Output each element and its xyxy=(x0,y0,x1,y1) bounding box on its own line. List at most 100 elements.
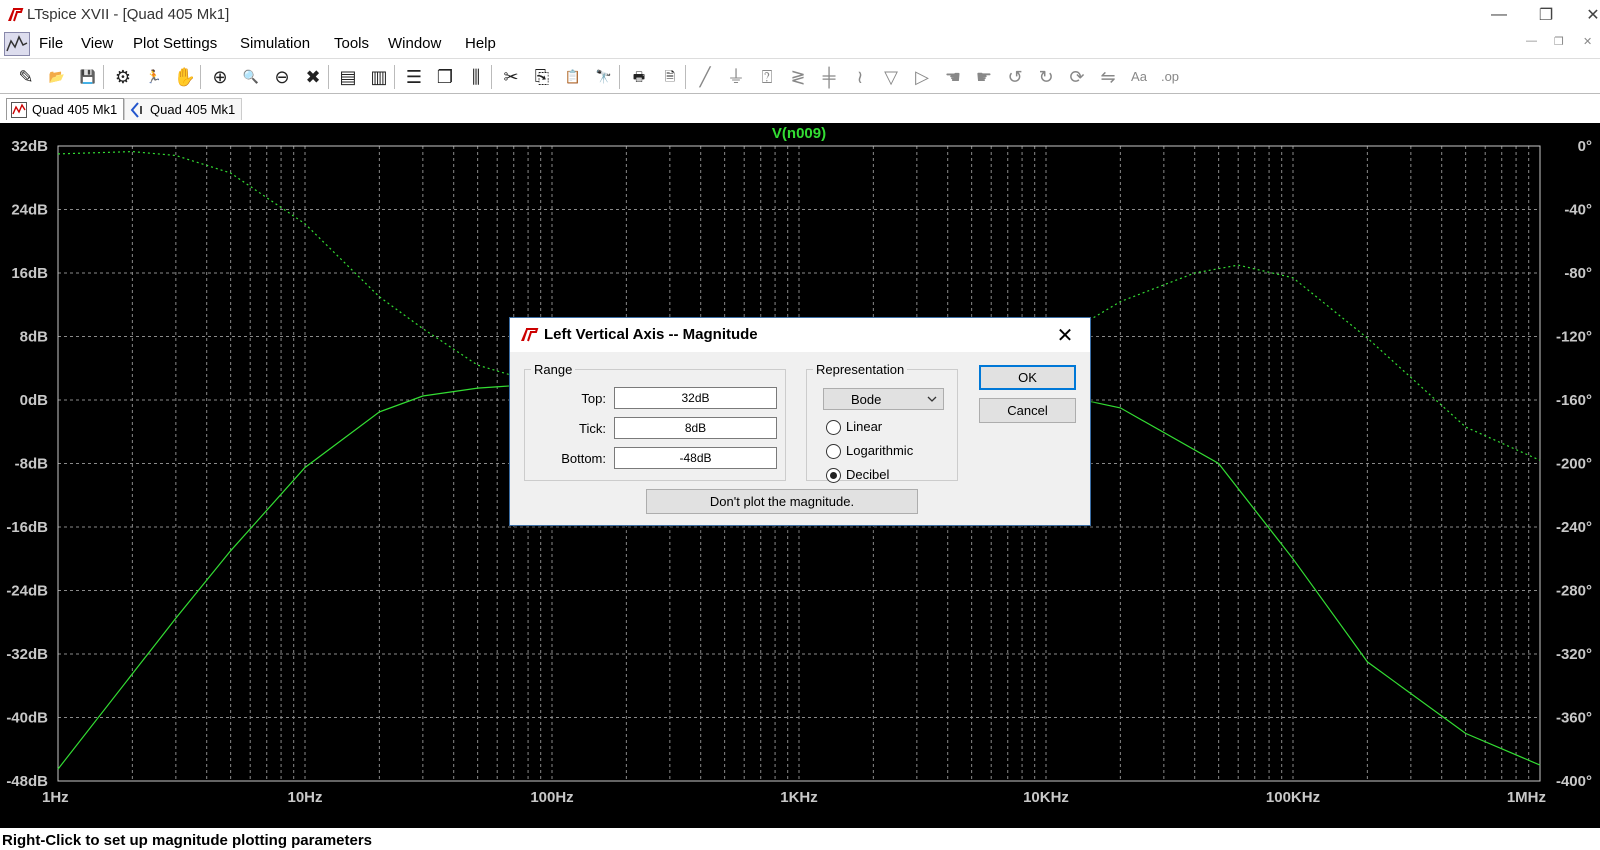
halt-icon[interactable]: ✋ xyxy=(173,65,197,89)
toolbar-separator xyxy=(685,65,686,89)
x-axis-tick-label[interactable]: 1KHz xyxy=(780,789,818,806)
mirror-icon[interactable]: ⇋ xyxy=(1096,65,1120,89)
diode-icon[interactable]: ▽ xyxy=(879,65,903,89)
right-axis-tick-label[interactable]: -280° xyxy=(1556,583,1592,600)
right-axis-tick-label[interactable]: -400° xyxy=(1556,773,1592,790)
minimize-button[interactable]: — xyxy=(1476,0,1522,30)
tick-field[interactable]: 8dB xyxy=(614,417,777,439)
tab-schematic-quad405[interactable]: Quad 405 Mk1 xyxy=(124,98,243,120)
right-axis-tick-label[interactable]: -120° xyxy=(1556,329,1592,346)
ok-button[interactable]: OK xyxy=(979,365,1076,390)
dialog-close-button[interactable]: ✕ xyxy=(1050,322,1080,348)
print-preview-icon[interactable]: 🗎 xyxy=(658,65,682,89)
zoom-cancel-icon[interactable]: ✖ xyxy=(301,65,325,89)
run-icon[interactable]: 🏃 xyxy=(142,65,166,89)
wire-icon[interactable]: ╱ xyxy=(693,65,717,89)
menu-simulation[interactable]: Simulation xyxy=(240,35,310,52)
restore-button[interactable]: ❐ xyxy=(1523,0,1569,30)
right-axis-tick-label[interactable]: -360° xyxy=(1556,710,1592,727)
inductor-icon[interactable]: ≀ xyxy=(848,65,872,89)
cut-icon[interactable]: ✂ xyxy=(499,65,523,89)
linear-radio-label[interactable]: Linear xyxy=(846,419,882,434)
top-field[interactable]: 32dB xyxy=(614,387,777,409)
right-axis-tick-label[interactable]: -200° xyxy=(1556,456,1592,473)
drag-icon[interactable]: ☛ xyxy=(972,65,996,89)
decibel-radio-label[interactable]: Decibel xyxy=(846,467,889,482)
logarithmic-radio[interactable] xyxy=(826,444,841,459)
component-icon[interactable]: ▷ xyxy=(910,65,934,89)
ground-icon[interactable]: ⏚ xyxy=(724,65,748,89)
x-axis-tick-label[interactable]: 100KHz xyxy=(1266,789,1320,806)
new-schematic-icon[interactable]: ✎ xyxy=(14,65,38,89)
left-axis-tick-label[interactable]: -48dB xyxy=(6,773,48,790)
left-axis-tick-label[interactable]: 16dB xyxy=(11,265,48,282)
representation-value: Bode xyxy=(851,392,882,407)
menu-window[interactable]: Window xyxy=(388,35,441,52)
linear-radio[interactable] xyxy=(826,420,841,435)
right-axis-tick-label[interactable]: -160° xyxy=(1556,392,1592,409)
x-axis-tick-label[interactable]: 10KHz xyxy=(1023,789,1069,806)
tab-waveform-quad405[interactable]: Quad 405 Mk1 xyxy=(6,98,125,120)
x-axis-tick-label[interactable]: 1MHz xyxy=(1507,789,1546,806)
x-axis-tick-label[interactable]: 1Hz xyxy=(42,789,69,806)
menu-tools[interactable]: Tools xyxy=(334,35,369,52)
save-icon[interactable]: 💾 xyxy=(76,65,100,89)
plot-settings-icon[interactable]: ▥ xyxy=(367,65,391,89)
redo-icon[interactable]: ↻ xyxy=(1034,65,1058,89)
cascade-icon[interactable]: ❐ xyxy=(433,65,457,89)
right-axis-tick-label[interactable]: -40° xyxy=(1564,202,1592,219)
x-axis-tick-label[interactable]: 100Hz xyxy=(530,789,573,806)
document-waveform-icon[interactable] xyxy=(4,32,30,56)
toolbar-separator xyxy=(200,65,201,89)
zoom-in-icon[interactable]: 🔍 xyxy=(239,65,263,89)
cancel-button[interactable]: Cancel xyxy=(979,398,1076,423)
mdi-minimize-button[interactable]: — xyxy=(1526,35,1537,47)
logarithmic-radio-label[interactable]: Logarithmic xyxy=(846,443,913,458)
left-axis-tick-label[interactable]: -16dB xyxy=(6,519,48,536)
move-icon[interactable]: ☚ xyxy=(941,65,965,89)
representation-select[interactable]: Bode xyxy=(823,388,944,410)
zoom-out-icon[interactable]: ⊖ xyxy=(270,65,294,89)
autorange-icon[interactable]: ▤ xyxy=(336,65,360,89)
mdi-restore-button[interactable]: ❐ xyxy=(1554,35,1564,48)
menu-view[interactable]: View xyxy=(81,35,113,52)
tile-vertical-icon[interactable]: ⫼ xyxy=(464,65,488,89)
control-panel-icon[interactable]: ⚙ xyxy=(111,65,135,89)
left-axis-tick-label[interactable]: 8dB xyxy=(20,329,49,346)
right-axis-tick-label[interactable]: -240° xyxy=(1556,519,1592,536)
left-axis-tick-label[interactable]: -8dB xyxy=(15,456,49,473)
dont-plot-magnitude-button[interactable]: Don't plot the magnitude. xyxy=(646,489,918,514)
right-axis-tick-label[interactable]: 0° xyxy=(1578,138,1592,155)
copy-icon[interactable]: ⎘ xyxy=(530,65,554,89)
x-axis-tick-label[interactable]: 10Hz xyxy=(287,789,322,806)
bottom-field[interactable]: -48dB xyxy=(614,447,777,469)
right-axis-tick-label[interactable]: -80° xyxy=(1564,265,1592,282)
find-icon[interactable]: 🔭 xyxy=(592,65,616,89)
left-axis-tick-label[interactable]: -32dB xyxy=(6,646,48,663)
menu-plot-settings[interactable]: Plot Settings xyxy=(133,35,217,52)
left-axis-tick-label[interactable]: 32dB xyxy=(11,138,48,155)
left-axis-tick-label[interactable]: 0dB xyxy=(20,392,49,409)
right-axis-tick-label[interactable]: -320° xyxy=(1556,646,1592,663)
rotate-icon[interactable]: ⟳ xyxy=(1065,65,1089,89)
label-net-icon[interactable]: ⍰ xyxy=(755,65,779,89)
open-icon[interactable]: 📂 xyxy=(45,65,69,89)
trace-name-label[interactable]: V(n009) xyxy=(772,125,826,142)
left-axis-tick-label[interactable]: 24dB xyxy=(11,202,48,219)
paste-icon[interactable]: 📋 xyxy=(561,65,585,89)
print-icon[interactable]: 🖶 xyxy=(627,65,651,89)
mdi-close-button[interactable]: ✕ xyxy=(1583,35,1592,48)
tile-horizontal-icon[interactable]: ☰ xyxy=(402,65,426,89)
decibel-radio[interactable] xyxy=(826,468,841,483)
close-button[interactable]: ✕ xyxy=(1570,0,1600,30)
undo-icon[interactable]: ↺ xyxy=(1003,65,1027,89)
left-axis-tick-label[interactable]: -24dB xyxy=(6,583,48,600)
capacitor-icon[interactable]: ╪ xyxy=(817,65,841,89)
text-icon[interactable]: Aa xyxy=(1127,65,1151,89)
zoom-area-icon[interactable]: ⊕ xyxy=(208,65,232,89)
resistor-icon[interactable]: ≷ xyxy=(786,65,810,89)
left-axis-tick-label[interactable]: -40dB xyxy=(6,710,48,727)
menu-help[interactable]: Help xyxy=(465,35,496,52)
menu-file[interactable]: File xyxy=(39,35,63,52)
spice-directive-icon[interactable]: .op xyxy=(1158,65,1182,89)
